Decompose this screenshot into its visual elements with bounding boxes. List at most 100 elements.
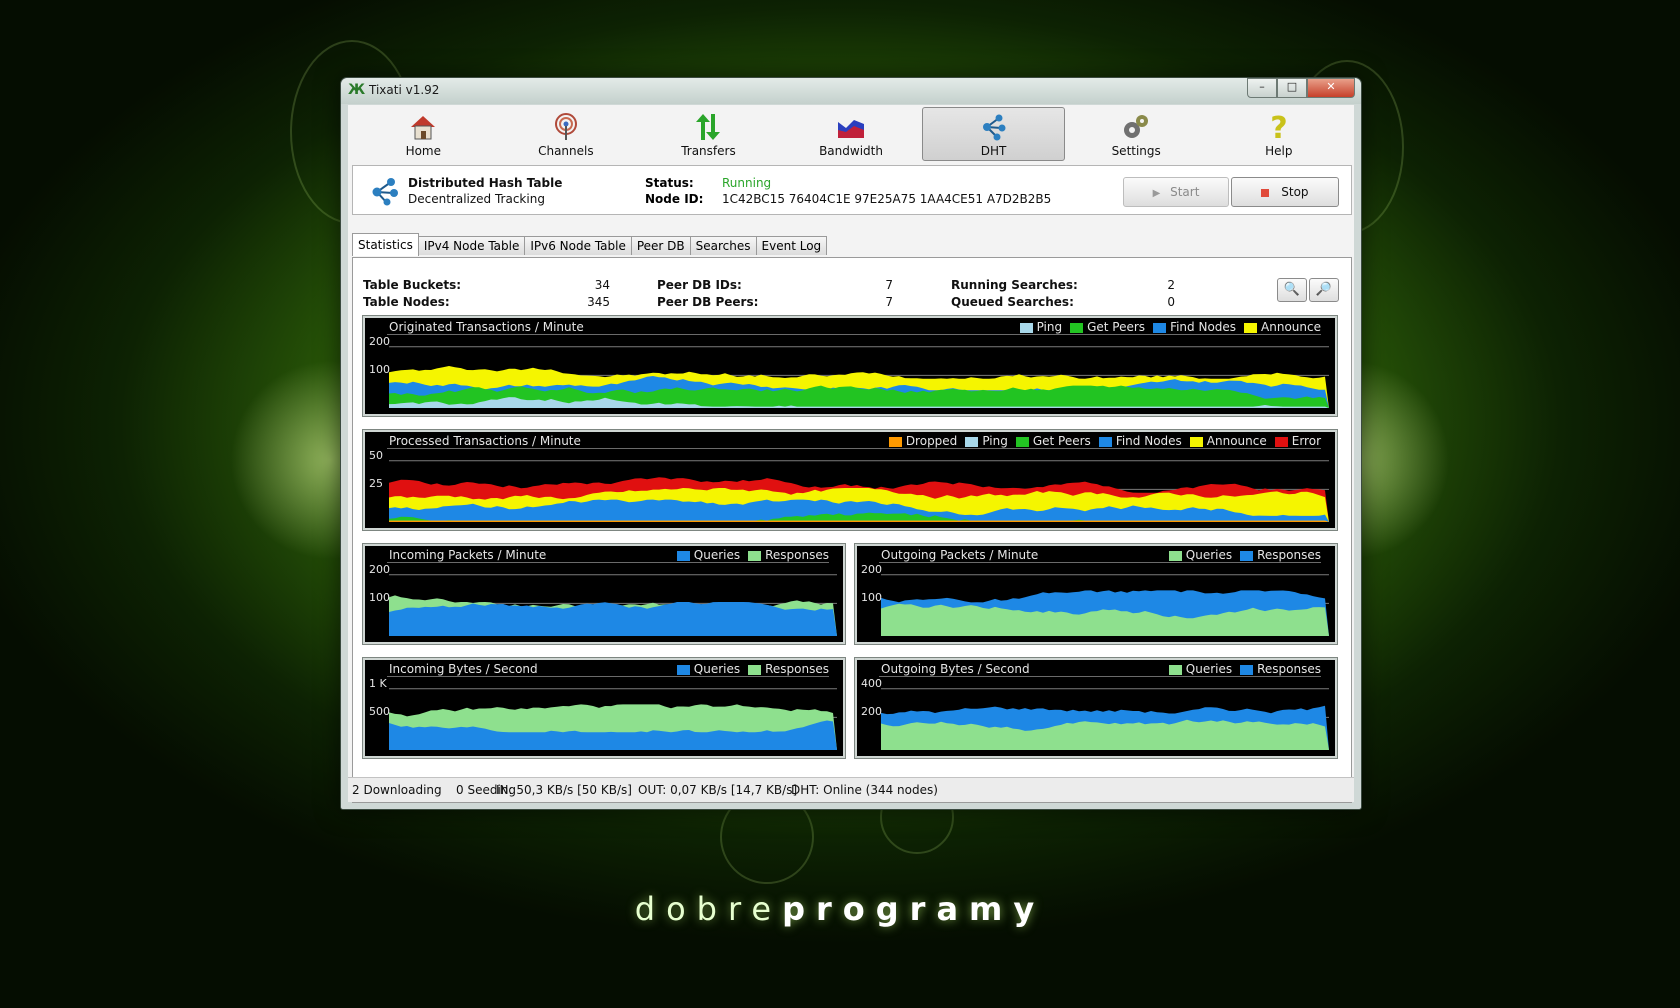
tab-peer-db[interactable]: Peer DB	[630, 236, 691, 255]
legend-item: Queries	[1168, 662, 1232, 676]
zoom-out-button[interactable]: 🔎	[1309, 278, 1339, 302]
tab-event-log[interactable]: Event Log	[755, 236, 828, 255]
brand-bold: programy	[782, 890, 1046, 928]
close-button[interactable]: ✕	[1307, 78, 1355, 98]
legend-item: Ping	[1019, 320, 1062, 334]
info-subtitle: Decentralized Tracking	[408, 192, 545, 206]
stop-button[interactable]: Stop	[1231, 177, 1339, 207]
window-client-area: Home Channels Transfers Bandwidth DHT Se…	[348, 105, 1354, 803]
status-dht[interactable]: DHT: Online (344 nodes)	[791, 783, 938, 797]
toolbar-help-label: Help	[1265, 144, 1293, 158]
stop-label: Stop	[1281, 185, 1309, 199]
graph-legend: Dropped Ping Get Peers Find Nodes Announce Er…	[888, 434, 1321, 448]
legend-item: Queries	[1168, 548, 1232, 562]
window-title: Tixati v1.92	[369, 83, 440, 97]
queued-searches-label: Queued Searches:	[951, 295, 1074, 309]
zoom-out-icon: 🔎	[1315, 282, 1333, 297]
legend-item: Announce	[1189, 434, 1267, 448]
bandwidth-graph-icon	[838, 120, 865, 138]
toolbar-settings[interactable]: Settings	[1065, 107, 1208, 161]
legend-swatch	[1019, 322, 1033, 333]
tab-searches[interactable]: Searches	[689, 236, 757, 255]
info-title: Distributed Hash Table	[408, 176, 563, 190]
legend-label: Ping	[982, 434, 1008, 448]
legend-label: Announce	[1261, 320, 1321, 334]
legend-label: Announce	[1206, 434, 1267, 448]
legend-label: Error	[1291, 434, 1321, 448]
legend-label: Responses	[765, 662, 829, 676]
toolbar-dht[interactable]: DHT	[922, 107, 1065, 161]
gears-icon	[1124, 115, 1149, 138]
legend-swatch	[1274, 436, 1288, 447]
toolbar-channels[interactable]: Channels	[495, 107, 638, 161]
peer-db-peers-value: 7	[885, 295, 893, 309]
graph-axis-tick: 400	[861, 676, 882, 690]
legend-swatch	[1168, 550, 1182, 561]
toolbar-help[interactable]: ? Help	[1207, 107, 1350, 161]
maximize-button[interactable]: □	[1277, 78, 1307, 98]
legend-swatch	[965, 436, 979, 447]
graph-outgoing-packets: Outgoing Packets / Minute Queries Response…	[854, 543, 1338, 645]
graph-title: Originated Transactions / Minute	[389, 320, 584, 334]
graph-legend: Queries Responses	[1168, 548, 1321, 562]
graph-axis-tick: 500	[369, 705, 390, 719]
status-in-rate[interactable]: IN: 50,3 KB/s [50 KB/s]	[496, 783, 632, 797]
legend-label: Responses	[1257, 548, 1321, 562]
legend-label: Responses	[1257, 662, 1321, 676]
graph-area-series	[881, 719, 1329, 750]
house-icon	[411, 116, 436, 140]
legend-swatch	[1153, 322, 1167, 333]
toolbar-bandwidth[interactable]: Bandwidth	[780, 107, 923, 161]
graph-incoming-bytes: Incoming Bytes / Second Queries Responses 1…	[362, 657, 846, 759]
legend-item: Get Peers	[1070, 320, 1145, 334]
toolbar-transfers[interactable]: Transfers	[637, 107, 780, 161]
legend-label: Queries	[693, 662, 741, 676]
graph-title: Outgoing Packets / Minute	[881, 548, 1039, 562]
graph-title: Incoming Packets / Minute	[389, 548, 547, 562]
legend-item: Queries	[676, 662, 741, 676]
graph-processed-transactions: Processed Transactions / Minute Dropped Pi…	[362, 429, 1338, 531]
tab-strip: Statistics IPv4 Node Table IPv6 Node Tab…	[352, 233, 828, 256]
graph-legend: Ping Get Peers Find Nodes Announce	[1019, 320, 1321, 334]
legend-item: Responses	[1240, 662, 1321, 676]
legend-swatch	[1168, 664, 1182, 675]
tab-ipv6-node-table[interactable]: IPv6 Node Table	[524, 236, 632, 255]
graph-axis-tick: 25	[369, 477, 383, 491]
graph-legend: Queries Responses	[1168, 662, 1321, 676]
legend-label: Responses	[765, 548, 829, 562]
graph-title: Processed Transactions / Minute	[389, 434, 581, 448]
running-searches-value: 2	[1167, 278, 1175, 292]
toolbar-bandwidth-label: Bandwidth	[819, 144, 883, 158]
legend-item: Get Peers	[1015, 434, 1091, 448]
graph-axis-tick: 200	[861, 705, 882, 719]
graph-axis-tick: 100	[861, 591, 882, 605]
legend-label: Find Nodes	[1115, 434, 1182, 448]
status-downloading: 2 Downloading	[352, 783, 442, 797]
zoom-in-button[interactable]: 🔍	[1277, 278, 1307, 302]
running-searches-label: Running Searches:	[951, 278, 1078, 292]
legend-swatch	[1098, 436, 1112, 447]
legend-swatch	[1240, 550, 1254, 561]
legend-swatch	[748, 550, 762, 561]
question-mark-icon: ?	[1270, 112, 1287, 142]
legend-item: Find Nodes	[1153, 320, 1236, 334]
minimize-button[interactable]: –	[1247, 78, 1277, 98]
toolbar-home[interactable]: Home	[352, 107, 495, 161]
graph-axis-tick: 200	[369, 562, 390, 576]
queued-searches-value: 0	[1167, 295, 1175, 309]
graph-header-rule	[387, 448, 1321, 449]
tab-ipv4-node-table[interactable]: IPv4 Node Table	[417, 236, 526, 255]
start-button[interactable]: ▶ Start	[1123, 177, 1229, 207]
legend-label: Dropped	[905, 434, 958, 448]
tab-statistics[interactable]: Statistics	[352, 233, 419, 256]
nodeid-value: 1C42BC15 76404C1E 97E25A75 1AA4CE51 A7D2…	[722, 192, 1052, 206]
status-out-rate[interactable]: OUT: 0,07 KB/s [14,7 KB/s]	[638, 783, 797, 797]
legend-item: Error	[1274, 434, 1321, 448]
title-bar[interactable]: Ж Tixati v1.92 – □ ✕	[341, 78, 1361, 104]
table-buckets-label: Table Buckets:	[363, 278, 462, 292]
graph-axis-tick: 100	[369, 591, 390, 605]
zoom-in-icon: 🔍	[1283, 282, 1301, 297]
main-toolbar: Home Channels Transfers Bandwidth DHT Se…	[348, 105, 1354, 161]
legend-label: Get Peers	[1087, 320, 1146, 334]
toolbar-home-label: Home	[405, 144, 441, 158]
